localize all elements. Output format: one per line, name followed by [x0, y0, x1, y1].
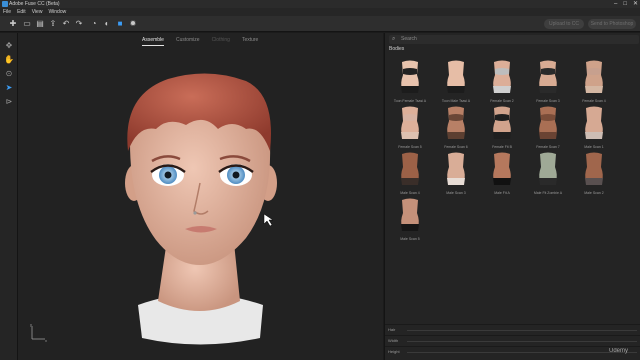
body-item[interactable]: Male Scan 5 [390, 197, 430, 245]
axis-gizmo: y x [30, 323, 47, 343]
body-item-label: Male Fit Zombie A [533, 191, 563, 195]
body-item-label: Female Scan 3 [536, 99, 560, 103]
property-row[interactable]: Height [385, 346, 640, 357]
maximize-icon[interactable]: □ [623, 0, 627, 8]
body-thumbnail [539, 106, 557, 139]
redo-icon[interactable]: ↷ [74, 19, 84, 29]
reset-icon[interactable]: ◔ [89, 19, 99, 29]
property-label: Hair [388, 327, 396, 332]
camera-icon[interactable]: ◐ [102, 19, 112, 29]
body-thumbnail [401, 152, 419, 185]
property-row[interactable]: Width [385, 335, 640, 346]
body-item-label: Male Fit A [494, 191, 510, 195]
upload-to-cc-button[interactable]: Upload to CC [544, 19, 584, 29]
body-item[interactable]: Female Scan 4 [574, 59, 614, 107]
settings-icon[interactable]: ✹ [128, 19, 138, 29]
minimize-icon[interactable]: – [614, 0, 617, 8]
menu-view[interactable]: View [32, 8, 43, 16]
zoom-icon[interactable]: ⊙ [4, 69, 14, 79]
body-item[interactable]: Toon Male Tsasi A [436, 59, 476, 107]
export-icon[interactable]: ⇪ [48, 19, 58, 29]
body-item[interactable]: Male Fit Zombie A [528, 151, 568, 199]
properties-rows: Hair Width Height [385, 324, 640, 357]
body-item[interactable]: Female Scan 7 [528, 105, 568, 153]
body-thumbnail [539, 60, 557, 93]
body-item-label: Male Scan 5 [400, 237, 420, 241]
search-input[interactable]: ⌕ Search [389, 35, 639, 44]
body-item-label: Male Scan 1 [584, 145, 604, 149]
menu-window[interactable]: Window [48, 8, 66, 16]
body-thumbnail [447, 106, 465, 139]
window-title: Adobe Fuse CC (Beta) [9, 1, 60, 7]
body-thumbnail [447, 152, 465, 185]
body-thumbnail [539, 152, 557, 185]
send-to-photoshop-button[interactable]: Send to Photoshop [588, 19, 636, 29]
property-label: Height [388, 349, 400, 354]
body-item[interactable]: Male Fit A [482, 151, 522, 199]
lighting-icon[interactable]: ■ [115, 19, 125, 29]
body-item-label: Toon Male Tsasi A [441, 99, 471, 103]
body-item-label: Male Scan 2 [584, 191, 604, 195]
body-thumbnail [493, 60, 511, 93]
left-toolbar: ✥ ✋ ⊙ ➤ ⊳ [0, 33, 18, 360]
body-thumbnail [401, 106, 419, 139]
body-thumbnail [447, 60, 465, 93]
rotate-icon[interactable]: ✥ [4, 41, 14, 51]
camera-tool-icon[interactable]: ⊳ [4, 97, 14, 107]
title-bar: Adobe Fuse CC (Beta) – □ ✕ [0, 0, 640, 8]
property-label: Width [388, 338, 399, 343]
pan-icon[interactable]: ✋ [4, 55, 14, 65]
body-thumbnail [585, 152, 603, 185]
body-item-label: Female Scan 6 [444, 145, 468, 149]
body-item-label: Toon Female Tsasi A [393, 99, 427, 103]
body-thumbnail [401, 198, 419, 231]
menu-file[interactable]: File [3, 8, 11, 16]
body-item[interactable]: Female Scan 5 [390, 105, 430, 153]
body-item[interactable]: Male Scan 2 [574, 151, 614, 199]
udemy-watermark: Udemy [608, 348, 628, 354]
body-thumbnail [585, 60, 603, 93]
menu-bar: File Edit View Window [0, 8, 640, 16]
body-item[interactable]: Male Scan 4 [390, 151, 430, 199]
body-item-label: Female Scan 7 [536, 145, 560, 149]
axis-y-label: y [30, 323, 32, 327]
axis-x-label: x [45, 338, 47, 343]
menu-edit[interactable]: Edit [17, 8, 26, 16]
body-item-label: Female Fit B [492, 145, 512, 149]
body-item[interactable]: Male Scan 3 [436, 151, 476, 199]
search-placeholder: Search [401, 36, 417, 42]
undo-icon[interactable]: ↶ [61, 19, 71, 29]
body-item-label: Female Scan 4 [582, 99, 606, 103]
asset-panel: ⌕ Search Bodies Toon Female Tsasi A Toon … [384, 33, 640, 360]
body-item-label: Female Scan 2 [490, 99, 514, 103]
toolbar: ✚ ▭ ▤ ⇪ ↶ ↷ ◔ ◐ ■ ✹ Upload to CC Send to… [0, 16, 640, 32]
search-icon: ⌕ [392, 36, 396, 42]
body-item-label: Male Scan 3 [446, 191, 466, 195]
character-head-model [125, 73, 277, 345]
section-title: Bodies [389, 46, 405, 52]
body-item[interactable]: Male Scan 1 [574, 105, 614, 153]
add-icon[interactable]: ✚ [8, 19, 18, 29]
3d-viewport[interactable]: Assemble Customize Clothing Texture y x [18, 33, 383, 360]
save-icon[interactable]: ▤ [35, 19, 45, 29]
open-icon[interactable]: ▭ [22, 19, 32, 29]
body-thumbnail [493, 106, 511, 139]
body-item[interactable]: Female Fit B [482, 105, 522, 153]
close-icon[interactable]: ✕ [633, 0, 638, 8]
body-thumbnail [493, 152, 511, 185]
window-controls: – □ ✕ [614, 0, 638, 8]
body-item[interactable]: Female Scan 2 [482, 59, 522, 107]
body-thumbnail [401, 60, 419, 93]
body-item[interactable]: Toon Female Tsasi A [390, 59, 430, 107]
select-icon[interactable]: ➤ [4, 83, 14, 93]
body-item-label: Male Scan 4 [400, 191, 420, 195]
body-item[interactable]: Female Scan 3 [528, 59, 568, 107]
app-icon [2, 1, 8, 7]
property-row[interactable]: Hair [385, 324, 640, 335]
body-item-label: Female Scan 5 [398, 145, 422, 149]
body-thumbnail [585, 106, 603, 139]
body-item[interactable]: Female Scan 6 [436, 105, 476, 153]
